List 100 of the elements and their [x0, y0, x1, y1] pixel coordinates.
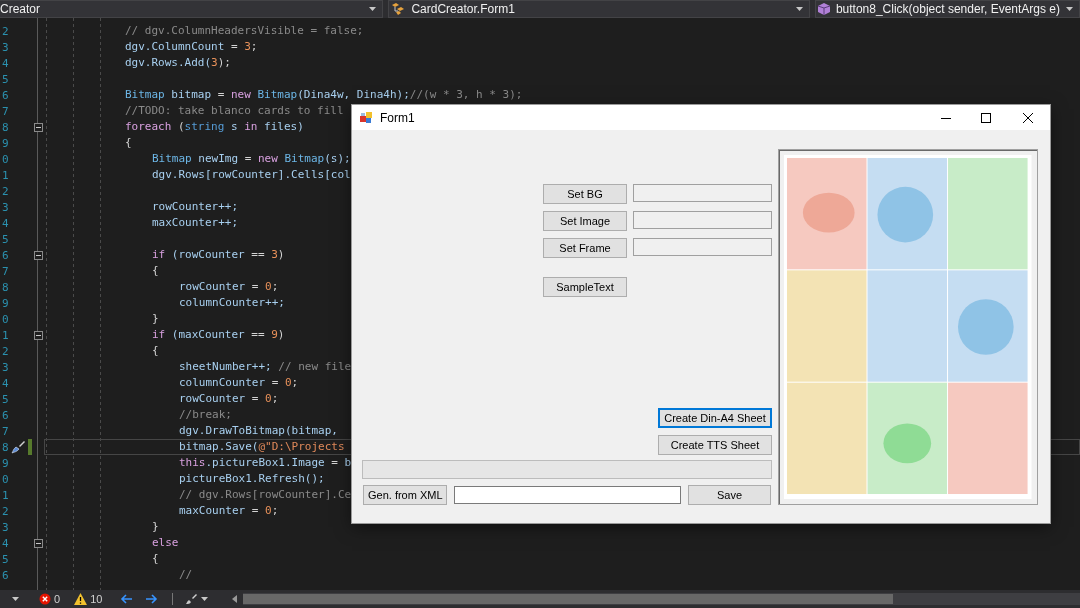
code-line: if (maxCounter == 9)	[152, 327, 285, 343]
code-line: rowCounter = 0;	[179, 279, 279, 295]
line-number: 9	[2, 136, 9, 150]
line-number: 9	[2, 296, 9, 310]
line-number: 7	[2, 104, 9, 118]
line-number: 2	[2, 184, 9, 198]
line-number: 4	[2, 56, 9, 70]
horizontal-scrollbar[interactable]	[243, 593, 1080, 605]
line-number: 1	[2, 168, 9, 182]
app-icon	[360, 111, 372, 124]
code-line: columnCounter++;	[179, 295, 285, 311]
caret-icon	[1066, 7, 1073, 11]
class-icon	[391, 2, 406, 16]
cube-icon	[817, 3, 830, 15]
line-number: 9	[2, 456, 9, 470]
line-number: 4	[2, 376, 9, 390]
code-line: Bitmap bitmap = new Bitmap(Dina4w, Dina4h);//(w * 3, h * 3);	[125, 87, 523, 103]
code-line: this.pictureBox1.Image = b	[179, 455, 352, 471]
code-line: if (rowCounter == 3)	[152, 247, 285, 263]
line-number: 4	[2, 216, 9, 230]
line-number: 6	[2, 568, 9, 582]
line-number: 5	[2, 552, 9, 566]
line-number: 3	[2, 40, 9, 54]
line-number: 0	[2, 312, 9, 326]
close-icon[interactable]	[1023, 112, 1033, 123]
navigation-dropdown[interactable]: Creator	[0, 0, 384, 18]
set-asset-button[interactable]: Set BG	[543, 184, 627, 204]
save-button[interactable]: Save	[688, 485, 771, 505]
line-number: 3	[2, 200, 9, 214]
code-line: //break;	[179, 407, 232, 423]
create-sheet-button[interactable]: Create Din-A4 Sheet	[658, 408, 772, 428]
line-number: 2	[2, 24, 9, 38]
code-line: {	[125, 135, 132, 151]
maximize-icon[interactable]	[981, 112, 991, 123]
code-line: dgv.Rows.Add(3);	[125, 55, 231, 71]
brush-icon[interactable]	[10, 439, 26, 455]
forward-arrow-icon[interactable]	[146, 594, 159, 604]
line-number: 0	[2, 472, 9, 486]
code-line: dgv.Rows[rowCounter].Cells[col	[152, 167, 351, 183]
code-line: dgv.ColumnCount = 3;	[125, 39, 258, 55]
collapse-icon[interactable]	[33, 250, 43, 260]
caret-icon[interactable]	[12, 597, 19, 601]
line-number: 0	[2, 152, 9, 166]
window-title: Form1	[380, 110, 416, 125]
code-line: foreach (string s in files)	[125, 119, 304, 135]
set-asset-button[interactable]: Set Frame	[543, 238, 627, 258]
code-line: }	[152, 311, 159, 327]
line-number: 5	[2, 72, 9, 86]
error-count: 0	[54, 593, 61, 605]
code-line: //TODO: take blanco cards to fill	[125, 103, 344, 119]
line-number: 8	[2, 280, 9, 294]
code-line: rowCounter = 0;	[179, 391, 279, 407]
back-arrow-icon[interactable]	[120, 594, 133, 604]
line-number: 3	[2, 360, 9, 374]
error-icon[interactable]	[39, 593, 51, 605]
line-number: 5	[2, 232, 9, 246]
caret-icon[interactable]	[201, 597, 209, 601]
line-number: 8	[2, 440, 9, 454]
code-line: sheetNumber++; // new file	[179, 359, 352, 375]
code-line: dgv.DrawToBitmap(bitmap,	[179, 423, 338, 439]
collapse-icon[interactable]	[33, 330, 43, 340]
code-line: }	[152, 519, 159, 535]
line-number: 1	[2, 488, 9, 502]
caret-icon	[795, 7, 803, 11]
sample-text-button[interactable]: SampleText	[543, 277, 627, 297]
code-line: // dgv.ColumnHeadersVisible = false;	[125, 23, 364, 39]
line-number: 6	[2, 88, 9, 102]
line-number: 8	[2, 120, 9, 134]
set-asset-button[interactable]: Set Image	[543, 211, 627, 231]
collapse-icon[interactable]	[33, 122, 43, 132]
line-number: 1	[2, 328, 9, 342]
line-number: 2	[2, 504, 9, 518]
code-line: {	[152, 551, 159, 567]
code-line: maxCounter = 0;	[179, 503, 279, 519]
line-number: 2	[2, 344, 9, 358]
caret-icon	[369, 7, 377, 11]
line-number: 4	[2, 536, 9, 550]
line-number: 7	[2, 264, 9, 278]
create-sheet-button[interactable]: Create TTS Sheet	[658, 435, 772, 455]
scroll-left-icon[interactable]	[232, 595, 238, 603]
code-line: //	[179, 567, 193, 583]
warning-icon[interactable]	[74, 593, 88, 605]
line-number: 6	[2, 248, 9, 262]
navigation-dropdown[interactable]: button8_Click(object sender, EventArgs e)	[814, 0, 1080, 18]
collapse-icon[interactable]	[33, 538, 43, 548]
code-line: rowCounter++;	[152, 199, 239, 215]
code-line: {	[152, 343, 159, 359]
brush-icon[interactable]	[185, 593, 198, 605]
code-line: {	[152, 263, 159, 279]
generate-xml-button[interactable]: Gen. from XML	[363, 485, 447, 505]
line-number: 3	[2, 520, 9, 534]
warning-count: 10	[90, 593, 103, 605]
code-line: // dgv.Rows[rowCounter].Ce	[179, 487, 352, 503]
code-line: Bitmap newImg = new Bitmap(s);	[152, 151, 351, 167]
line-number: 7	[2, 424, 9, 438]
code-line: maxCounter++;	[152, 215, 239, 231]
path-field[interactable]	[454, 486, 681, 504]
code-line: bitmap.Save(@"D:\Projects	[179, 439, 345, 455]
code-line: pictureBox1.Refresh();	[179, 471, 325, 487]
navigation-dropdown[interactable]: CardCreator.Form1	[388, 0, 810, 18]
